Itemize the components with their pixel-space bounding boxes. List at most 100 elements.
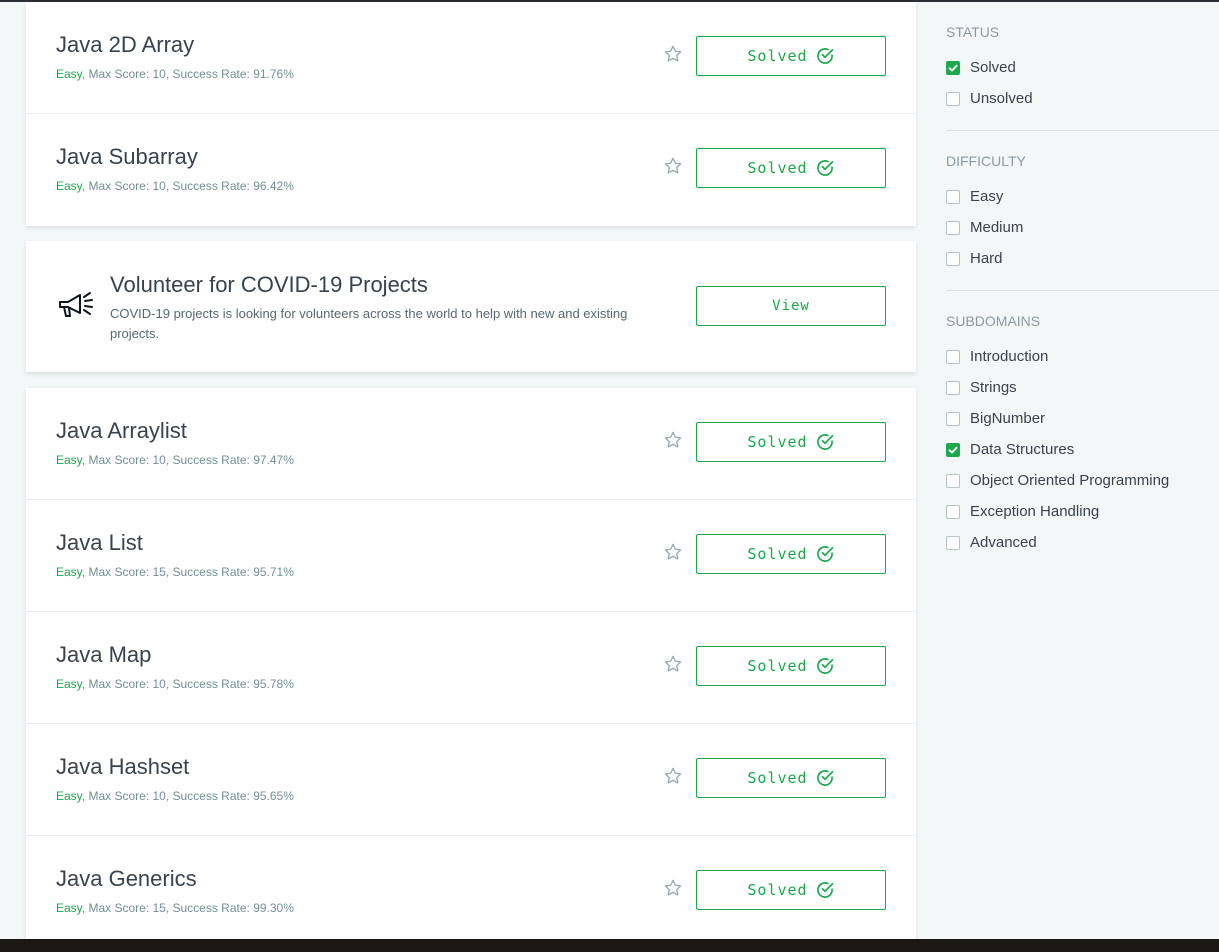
filter-option-label: Hard <box>970 250 1003 267</box>
checkbox[interactable] <box>946 380 960 395</box>
challenge-title[interactable]: Java Map <box>56 642 151 668</box>
challenge-title[interactable]: Java Arraylist <box>56 418 187 444</box>
subdomains-filter-group: SUBDOMAINS Introduction Strings BigNumbe… <box>946 313 1219 574</box>
challenge-title[interactable]: Java Generics <box>56 866 197 892</box>
bookmark-star-icon[interactable] <box>663 44 683 64</box>
bookmark-star-icon[interactable] <box>663 156 683 176</box>
solved-button[interactable]: Solved <box>696 646 886 686</box>
filter-option-easy[interactable]: Easy <box>946 181 1219 212</box>
view-button[interactable]: View <box>696 286 886 326</box>
filter-option-advanced[interactable]: Advanced <box>946 527 1219 558</box>
filter-option-label: Easy <box>970 188 1004 205</box>
checkbox[interactable] <box>946 473 960 488</box>
solved-button-label: Solved <box>747 769 808 787</box>
solved-button-label: Solved <box>747 881 808 899</box>
checkbox[interactable] <box>946 535 960 550</box>
bookmark-star-icon[interactable] <box>663 766 683 786</box>
filter-option-data-structures[interactable]: Data Structures <box>946 434 1219 465</box>
solved-button[interactable]: Solved <box>696 148 886 188</box>
score-rate-text: , Max Score: 10, Success Rate: 91.76% <box>81 67 294 81</box>
challenge-title[interactable]: Java List <box>56 530 143 556</box>
difficulty-label: Easy <box>56 67 82 81</box>
challenge-row[interactable]: Java Arraylist Easy, Max Score: 10, Succ… <box>26 388 916 500</box>
filter-option-exception-handling[interactable]: Exception Handling <box>946 496 1219 527</box>
filter-option-label: Exception Handling <box>970 503 1100 520</box>
filter-option-label: Strings <box>970 379 1017 396</box>
checkbox[interactable] <box>946 220 960 235</box>
challenge-meta: Easy, Max Score: 15, Success Rate: 99.30… <box>56 901 294 915</box>
challenge-title[interactable]: Java Subarray <box>56 144 198 170</box>
solved-button[interactable]: Solved <box>696 422 886 462</box>
filter-option-medium[interactable]: Medium <box>946 212 1219 243</box>
difficulty-label: Easy <box>56 677 82 691</box>
challenge-meta: Easy, Max Score: 10, Success Rate: 91.76… <box>56 67 294 81</box>
challenge-title[interactable]: Java Hashset <box>56 754 189 780</box>
check-circle-icon <box>816 658 833 674</box>
status-filter-group: STATUS Solved Unsolved <box>946 24 1219 131</box>
challenge-card-group: Java Arraylist Easy, Max Score: 10, Succ… <box>26 388 916 948</box>
filter-option-label: Medium <box>970 219 1024 236</box>
filter-option-oop[interactable]: Object Oriented Programming <box>946 465 1219 496</box>
filter-option-label: Solved <box>970 59 1016 76</box>
solved-button[interactable]: Solved <box>696 36 886 76</box>
check-circle-icon <box>816 770 833 786</box>
filter-option-label: Unsolved <box>970 90 1033 107</box>
check-circle-icon <box>816 160 833 176</box>
challenge-row[interactable]: Java Generics Easy, Max Score: 15, Succe… <box>26 836 916 948</box>
difficulty-filter-heading: DIFFICULTY <box>946 153 1026 169</box>
score-rate-text: , Max Score: 10, Success Rate: 96.42% <box>81 179 294 193</box>
checkbox[interactable] <box>946 411 960 426</box>
challenge-card-group: Java 2D Array Easy, Max Score: 10, Succe… <box>26 2 916 226</box>
bookmark-star-icon[interactable] <box>663 430 683 450</box>
promo-description: COVID-19 projects is looking for volunte… <box>110 306 628 341</box>
solved-button[interactable]: Solved <box>696 534 886 574</box>
filter-option-introduction[interactable]: Introduction <box>946 341 1219 372</box>
promo-title: Volunteer for COVID-19 Projects <box>110 272 428 297</box>
checkbox[interactable] <box>946 91 960 106</box>
challenge-row[interactable]: Java Map Easy, Max Score: 10, Success Ra… <box>26 612 916 724</box>
checkbox-checked[interactable] <box>946 442 960 457</box>
checkbox[interactable] <box>946 349 960 364</box>
filter-option-hard[interactable]: Hard <box>946 243 1219 274</box>
solved-button[interactable]: Solved <box>696 758 886 798</box>
difficulty-label: Easy <box>56 789 82 803</box>
check-circle-icon <box>816 882 833 898</box>
bookmark-star-icon[interactable] <box>663 542 683 562</box>
challenge-meta: Easy, Max Score: 10, Success Rate: 97.47… <box>56 453 294 467</box>
difficulty-label: Easy <box>56 901 82 915</box>
filter-option-solved[interactable]: Solved <box>946 52 1219 83</box>
bookmark-star-icon[interactable] <box>663 654 683 674</box>
checkbox[interactable] <box>946 504 960 519</box>
solved-button[interactable]: Solved <box>696 870 886 910</box>
status-filter-heading: STATUS <box>946 24 1000 40</box>
checkbox[interactable] <box>946 251 960 266</box>
megaphone-icon <box>59 292 93 317</box>
subdomains-filter-heading: SUBDOMAINS <box>946 313 1041 329</box>
solved-button-label: Solved <box>747 545 808 563</box>
filter-option-strings[interactable]: Strings <box>946 372 1219 403</box>
challenge-meta: Easy, Max Score: 10, Success Rate: 96.42… <box>56 179 294 193</box>
filter-option-label: Introduction <box>970 348 1049 365</box>
filter-option-unsolved[interactable]: Unsolved <box>946 83 1219 114</box>
bookmark-star-icon[interactable] <box>663 878 683 898</box>
challenge-row[interactable]: Java 2D Array Easy, Max Score: 10, Succe… <box>26 2 916 114</box>
filter-option-label: Advanced <box>970 534 1037 551</box>
solved-button-label: Solved <box>747 657 808 675</box>
checkbox-checked[interactable] <box>946 60 960 75</box>
checkbox[interactable] <box>946 189 960 204</box>
difficulty-label: Easy <box>56 453 82 467</box>
promo-card: Volunteer for COVID-19 Projects COVID-19… <box>26 241 916 372</box>
difficulty-label: Easy <box>56 179 82 193</box>
solved-button-label: Solved <box>747 47 808 65</box>
difficulty-filter-group: DIFFICULTY Easy Medium Hard <box>946 153 1219 291</box>
check-circle-icon <box>816 434 833 450</box>
score-rate-text: , Max Score: 15, Success Rate: 99.30% <box>81 901 294 915</box>
check-circle-icon <box>816 48 833 64</box>
filter-option-bignumber[interactable]: BigNumber <box>946 403 1219 434</box>
challenge-meta: Easy, Max Score: 10, Success Rate: 95.65… <box>56 789 294 803</box>
challenge-title[interactable]: Java 2D Array <box>56 32 194 58</box>
challenge-list: Java 2D Array Easy, Max Score: 10, Succe… <box>26 2 916 948</box>
challenge-row[interactable]: Java Hashset Easy, Max Score: 10, Succes… <box>26 724 916 836</box>
challenge-row[interactable]: Java List Easy, Max Score: 15, Success R… <box>26 500 916 612</box>
challenge-row[interactable]: Java Subarray Easy, Max Score: 10, Succe… <box>26 114 916 226</box>
